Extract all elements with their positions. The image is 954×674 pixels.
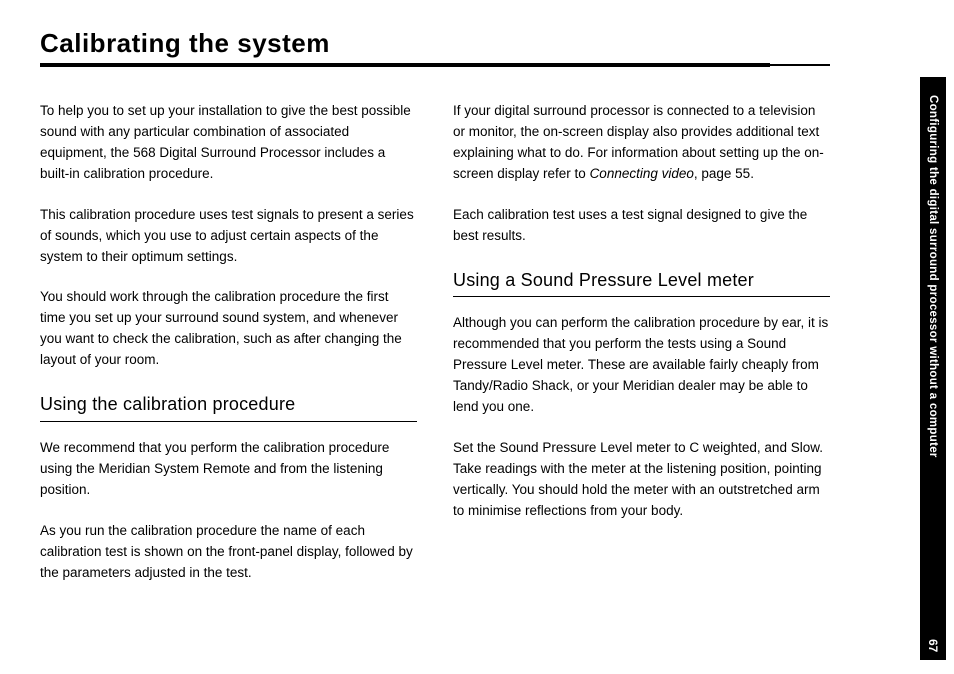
right-column: If your digital surround processor is co… <box>453 101 830 604</box>
body-text: We recommend that you perform the calibr… <box>40 438 417 501</box>
content-columns: To help you to set up your installation … <box>40 101 830 604</box>
chapter-tab: Configuring the digital surround process… <box>920 12 946 660</box>
cross-reference: Connecting video <box>590 166 694 181</box>
title-rule <box>40 63 830 67</box>
body-text: You should work through the calibration … <box>40 287 417 371</box>
section-rule <box>453 296 830 297</box>
section-rule <box>40 421 417 422</box>
body-text: This calibration procedure uses test sig… <box>40 205 417 268</box>
section-heading: Using a Sound Pressure Level meter <box>453 267 830 295</box>
body-text: Set the Sound Pressure Level meter to C … <box>453 438 830 522</box>
body-text: To help you to set up your installation … <box>40 101 417 185</box>
section-heading: Using the calibration procedure <box>40 391 417 419</box>
page-title: Calibrating the system <box>40 28 830 59</box>
left-column: To help you to set up your installation … <box>40 101 417 604</box>
page-content: Calibrating the system To help you to se… <box>0 0 890 624</box>
text-run: , page 55. <box>694 166 754 181</box>
body-text: If your digital surround processor is co… <box>453 101 830 185</box>
chapter-title: Configuring the digital surround process… <box>927 95 939 458</box>
page-number: 67 <box>926 639 940 652</box>
body-text: Each calibration test uses a test signal… <box>453 205 830 247</box>
body-text: As you run the calibration procedure the… <box>40 521 417 584</box>
body-text: Although you can perform the calibration… <box>453 313 830 418</box>
